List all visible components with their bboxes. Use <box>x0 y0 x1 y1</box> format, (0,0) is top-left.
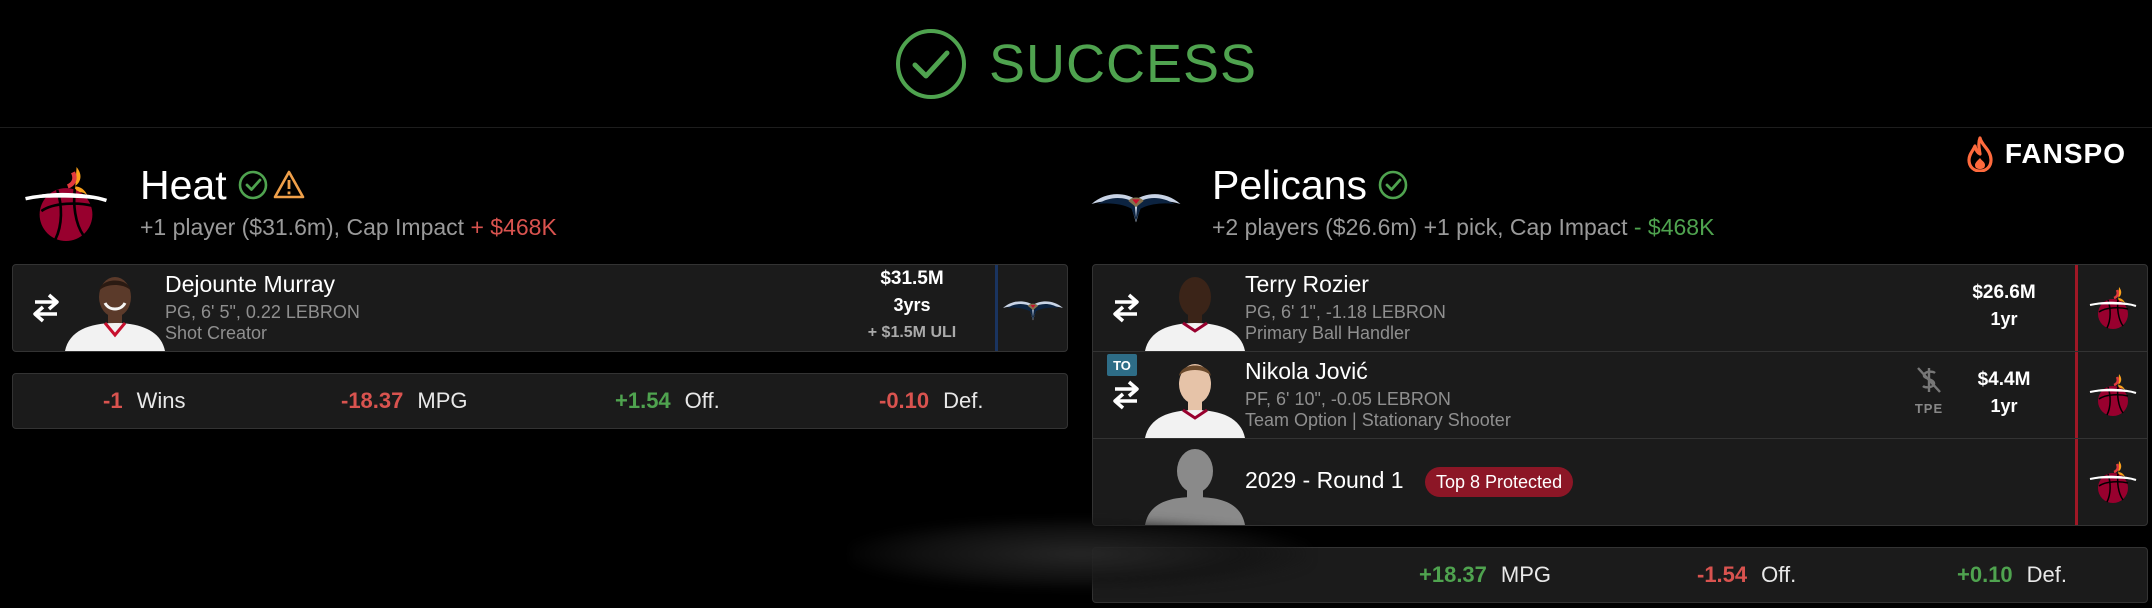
team-name: Pelicans <box>1212 161 1367 208</box>
player-name: Nikola Jović <box>1245 358 1368 384</box>
contract-years: 3yrs <box>893 295 931 315</box>
heat-logo-icon <box>2088 283 2138 333</box>
blurred-overlay <box>850 518 1310 590</box>
swap-icon[interactable] <box>31 291 61 325</box>
contract: $31.5M 3yrs + $1.5M ULI <box>847 265 977 346</box>
team-option-badge: TO <box>1107 354 1137 376</box>
cap-impact: + $468K <box>470 214 557 240</box>
heat-logo-icon <box>22 160 110 248</box>
stat-wins: -1 Wins <box>103 388 186 413</box>
placeholder-silhouette-icon <box>1139 445 1251 525</box>
fanspo-brand[interactable]: FANSPO <box>1963 136 2126 172</box>
check-circle-icon[interactable] <box>1377 169 1409 201</box>
no-money-icon <box>1917 367 1941 393</box>
warning-icon[interactable] <box>273 169 305 201</box>
heat-logo-icon <box>2088 457 2138 507</box>
destination-team[interactable] <box>2075 439 2147 525</box>
protection-badge: Top 8 Protected <box>1425 467 1574 497</box>
player-name: Dejounte Murray <box>165 271 336 297</box>
swap-icon[interactable] <box>1111 291 1141 325</box>
player-headshot <box>1139 271 1251 351</box>
team-header-heat: Heat +1 player ($31.6m), Cap Impact + $4… <box>22 160 557 248</box>
salary: $31.5M <box>880 268 944 289</box>
salary: $4.4M <box>1977 369 2031 390</box>
player-info: PF, 6' 10", -0.05 LEBRON <box>1245 389 1451 409</box>
player-name: Terry Rozier <box>1245 271 1369 297</box>
player-role: Primary Ball Handler <box>1245 323 1411 343</box>
team-name: Heat <box>140 161 227 208</box>
team-summary: +1 player ($31.6m), Cap Impact + $468K <box>140 214 557 240</box>
pelicans-logo-icon <box>1002 291 1064 325</box>
draft-pick-row[interactable]: 2029 - Round 1 Top 8 Protected <box>1093 439 2147 526</box>
flame-icon <box>1967 136 1993 172</box>
stat-mpg: +18.37 MPG <box>1419 562 1552 587</box>
stat-off: -1.54 Off. <box>1697 562 1797 587</box>
player-role: Team Option | Stationary Shooter <box>1245 410 1511 430</box>
contract-years: 1yr <box>1990 309 2018 329</box>
pick-label: 2029 - Round 1 <box>1245 467 1404 493</box>
pelicans-logo-icon <box>1090 160 1182 248</box>
player-info: PG, 6' 1", -1.18 LEBRON <box>1245 302 1446 322</box>
stat-def: -0.10 Def. <box>879 388 984 413</box>
player-info: PG, 6' 5", 0.22 LEBRON <box>165 302 360 322</box>
player-headshot <box>59 271 171 351</box>
destination-team[interactable] <box>2075 352 2147 438</box>
success-title: SUCCESS <box>988 33 1258 94</box>
player-row[interactable]: TO Nikola Jović PF, 6' 10", -0.05 LEBRON… <box>1093 352 2147 439</box>
team-summary: +2 players ($26.6m) +1 pick, Cap Impact … <box>1212 214 1715 240</box>
destination-team[interactable] <box>2075 265 2147 351</box>
salary: $26.6M <box>1972 282 2036 303</box>
contract-extra: + $1.5M ULI <box>867 324 957 341</box>
swap-icon[interactable] <box>1111 378 1141 412</box>
pelicans-outgoing-assets: Terry Rozier PG, 6' 1", -1.18 LEBRON Pri… <box>1092 264 2148 526</box>
stat-mpg: -18.37 MPG <box>341 388 468 413</box>
player-row[interactable]: Dejounte Murray PG, 6' 5", 0.22 LEBRON S… <box>13 265 1067 352</box>
check-circle-icon <box>895 28 966 99</box>
player-role: Shot Creator <box>165 323 268 343</box>
cap-impact: - $468K <box>1633 214 1715 240</box>
check-circle-icon[interactable] <box>237 169 269 201</box>
success-banner: SUCCESS <box>0 0 2152 128</box>
heat-outgoing-players: Dejounte Murray PG, 6' 5", 0.22 LEBRON S… <box>12 264 1068 352</box>
tpe-indicator[interactable]: TPE <box>1909 364 1949 416</box>
stat-def: +0.10 Def. <box>1957 562 2068 587</box>
contract-years: 1yr <box>1990 396 2018 416</box>
brand-name: FANSPO <box>2004 138 2126 169</box>
stat-off: +1.54 Off. <box>615 388 720 413</box>
player-row[interactable]: Terry Rozier PG, 6' 1", -1.18 LEBRON Pri… <box>1093 265 2147 352</box>
contract: $26.6M 1yr <box>1949 279 2059 333</box>
player-headshot <box>1139 358 1251 438</box>
destination-team[interactable] <box>995 265 1067 351</box>
tpe-label: TPE <box>1914 401 1944 416</box>
contract: $4.4M 1yr <box>1949 366 2059 420</box>
team-header-pelicans: Pelicans +2 players ($26.6m) +1 pick, Ca… <box>1090 160 1714 248</box>
heat-impact-stats: -1 Wins -18.37 MPG +1.54 Off. -0.10 Def. <box>12 373 1068 429</box>
heat-logo-icon <box>2088 370 2138 420</box>
